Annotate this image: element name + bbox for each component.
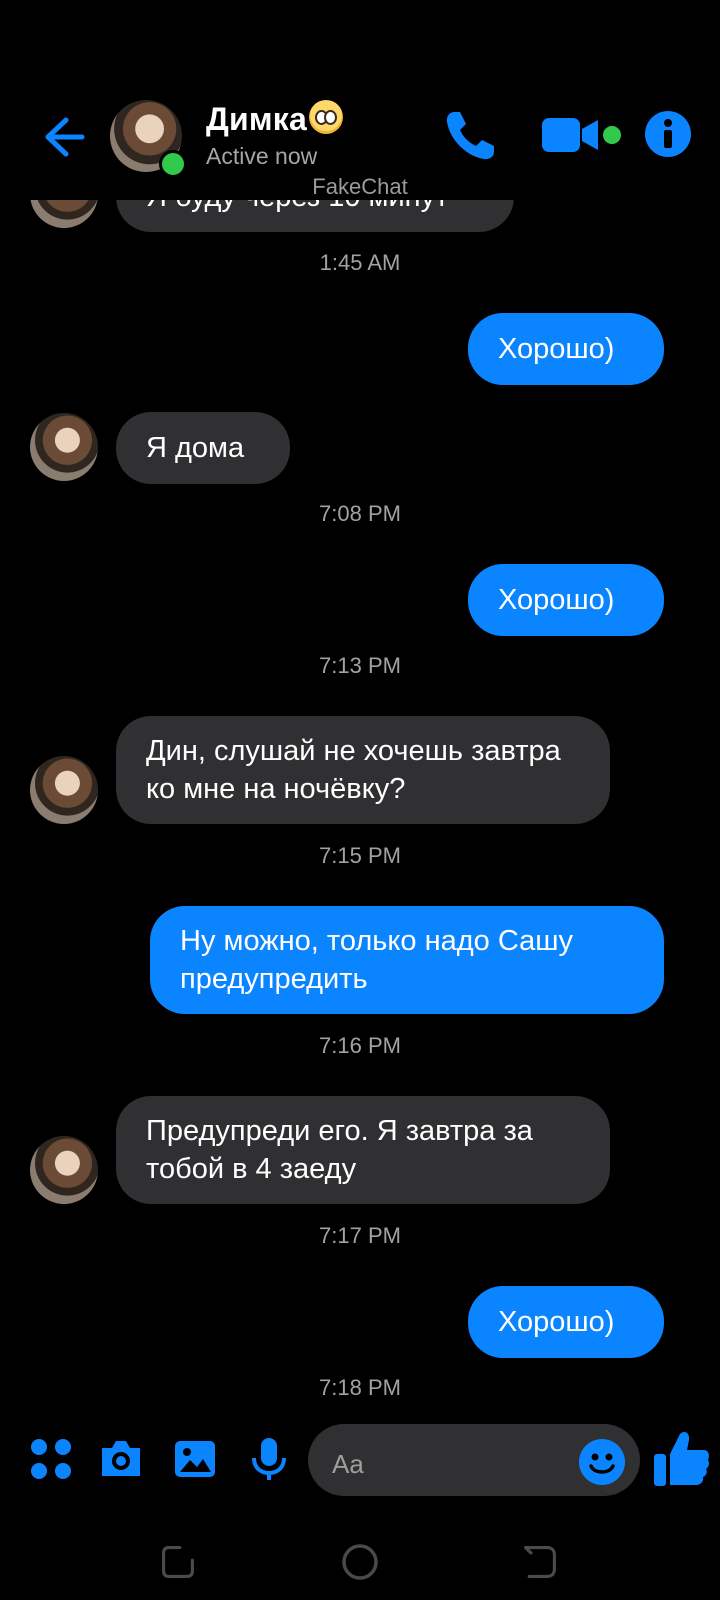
recents-nav-icon[interactable]: [160, 1544, 196, 1580]
timestamp: 7:08 PM: [319, 501, 401, 526]
video-online-indicator: [603, 126, 621, 144]
message-bubble-outgoing[interactable]: Хорошо): [468, 313, 664, 385]
pleading-face-emoji-icon: [308, 100, 343, 134]
contact-avatar: [30, 1136, 98, 1204]
message-text: Ну можно, только надо Сашу предупредить: [180, 925, 573, 995]
active-status: Active now: [206, 143, 318, 169]
thumbs-up-icon[interactable]: [652, 1428, 710, 1490]
chat-header: [0, 0, 720, 200]
watermark: FakeChat: [312, 174, 408, 199]
back-nav-icon[interactable]: [522, 1544, 558, 1580]
system-navigation-bar: [0, 1520, 720, 1600]
message-text: Дин, слушай не хочешь завтра ко мне на н…: [146, 735, 561, 805]
timestamp: 7:15 PM: [319, 843, 401, 868]
message-text: Предупреди его. Я завтра за тобой в 4 за…: [146, 1115, 533, 1185]
message-input-placeholder: Aa: [332, 1449, 364, 1479]
message-bubble-incoming[interactable]: Предупреди его. Я завтра за тобой в 4 за…: [116, 1096, 610, 1204]
message-text: Я дома: [146, 432, 245, 464]
video-camera-icon[interactable]: [542, 112, 600, 158]
info-icon[interactable]: [644, 110, 692, 158]
back-arrow-icon[interactable]: [38, 112, 88, 162]
gallery-icon[interactable]: [172, 1436, 218, 1482]
timestamp: 7:16 PM: [319, 1033, 401, 1058]
message-text: Хорошо): [498, 1306, 615, 1338]
timestamp: 7:17 PM: [319, 1223, 401, 1248]
timestamp: 7:18 PM: [319, 1375, 401, 1400]
message-text: Хорошо): [498, 584, 615, 616]
online-indicator: [159, 150, 187, 178]
message-bubble-incoming[interactable]: Дин, слушай не хочешь завтра ко мне на н…: [116, 716, 610, 824]
apps-grid-icon[interactable]: [28, 1436, 74, 1482]
contact-avatar: [30, 413, 98, 481]
microphone-icon[interactable]: [246, 1436, 292, 1482]
message-bubble-outgoing[interactable]: Ну можно, только надо Сашу предупредить: [150, 906, 664, 1014]
camera-icon[interactable]: [98, 1436, 144, 1482]
message-bubble-incoming[interactable]: Я дома: [116, 412, 290, 484]
message-bubble-outgoing[interactable]: Хорошо): [468, 1286, 664, 1358]
message-bubble-outgoing[interactable]: Хорошо): [468, 564, 664, 636]
timestamp: 1:45 AM: [319, 250, 401, 275]
contact-name[interactable]: Димка: [206, 100, 343, 138]
phone-icon[interactable]: [440, 106, 500, 166]
timestamp: 7:13 PM: [319, 653, 401, 678]
smile-icon[interactable]: [578, 1438, 626, 1486]
message-text: Хорошо): [498, 333, 615, 365]
home-nav-icon[interactable]: [340, 1542, 380, 1582]
contact-avatar: [30, 756, 98, 824]
